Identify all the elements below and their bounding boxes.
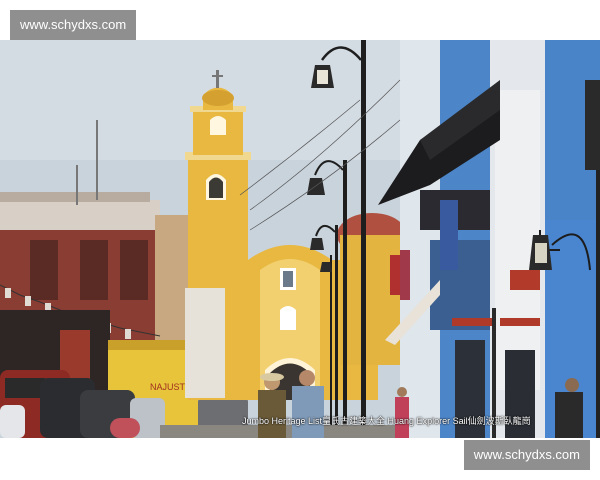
watermark-top: www.schydxs.com [10,10,137,40]
image-caption: Jumbo Heritage List皇氏古建築大全 Huang Explore… [242,416,531,426]
street-scene-illustration: NAJUST [0,40,600,438]
blue-building-right [378,40,600,438]
watermark-bottom: www.schydxs.com [463,440,590,470]
white-building [185,288,225,398]
street-photo: NAJUST [0,40,600,438]
svg-text:NAJUST: NAJUST [150,382,186,392]
antenna [96,120,98,200]
